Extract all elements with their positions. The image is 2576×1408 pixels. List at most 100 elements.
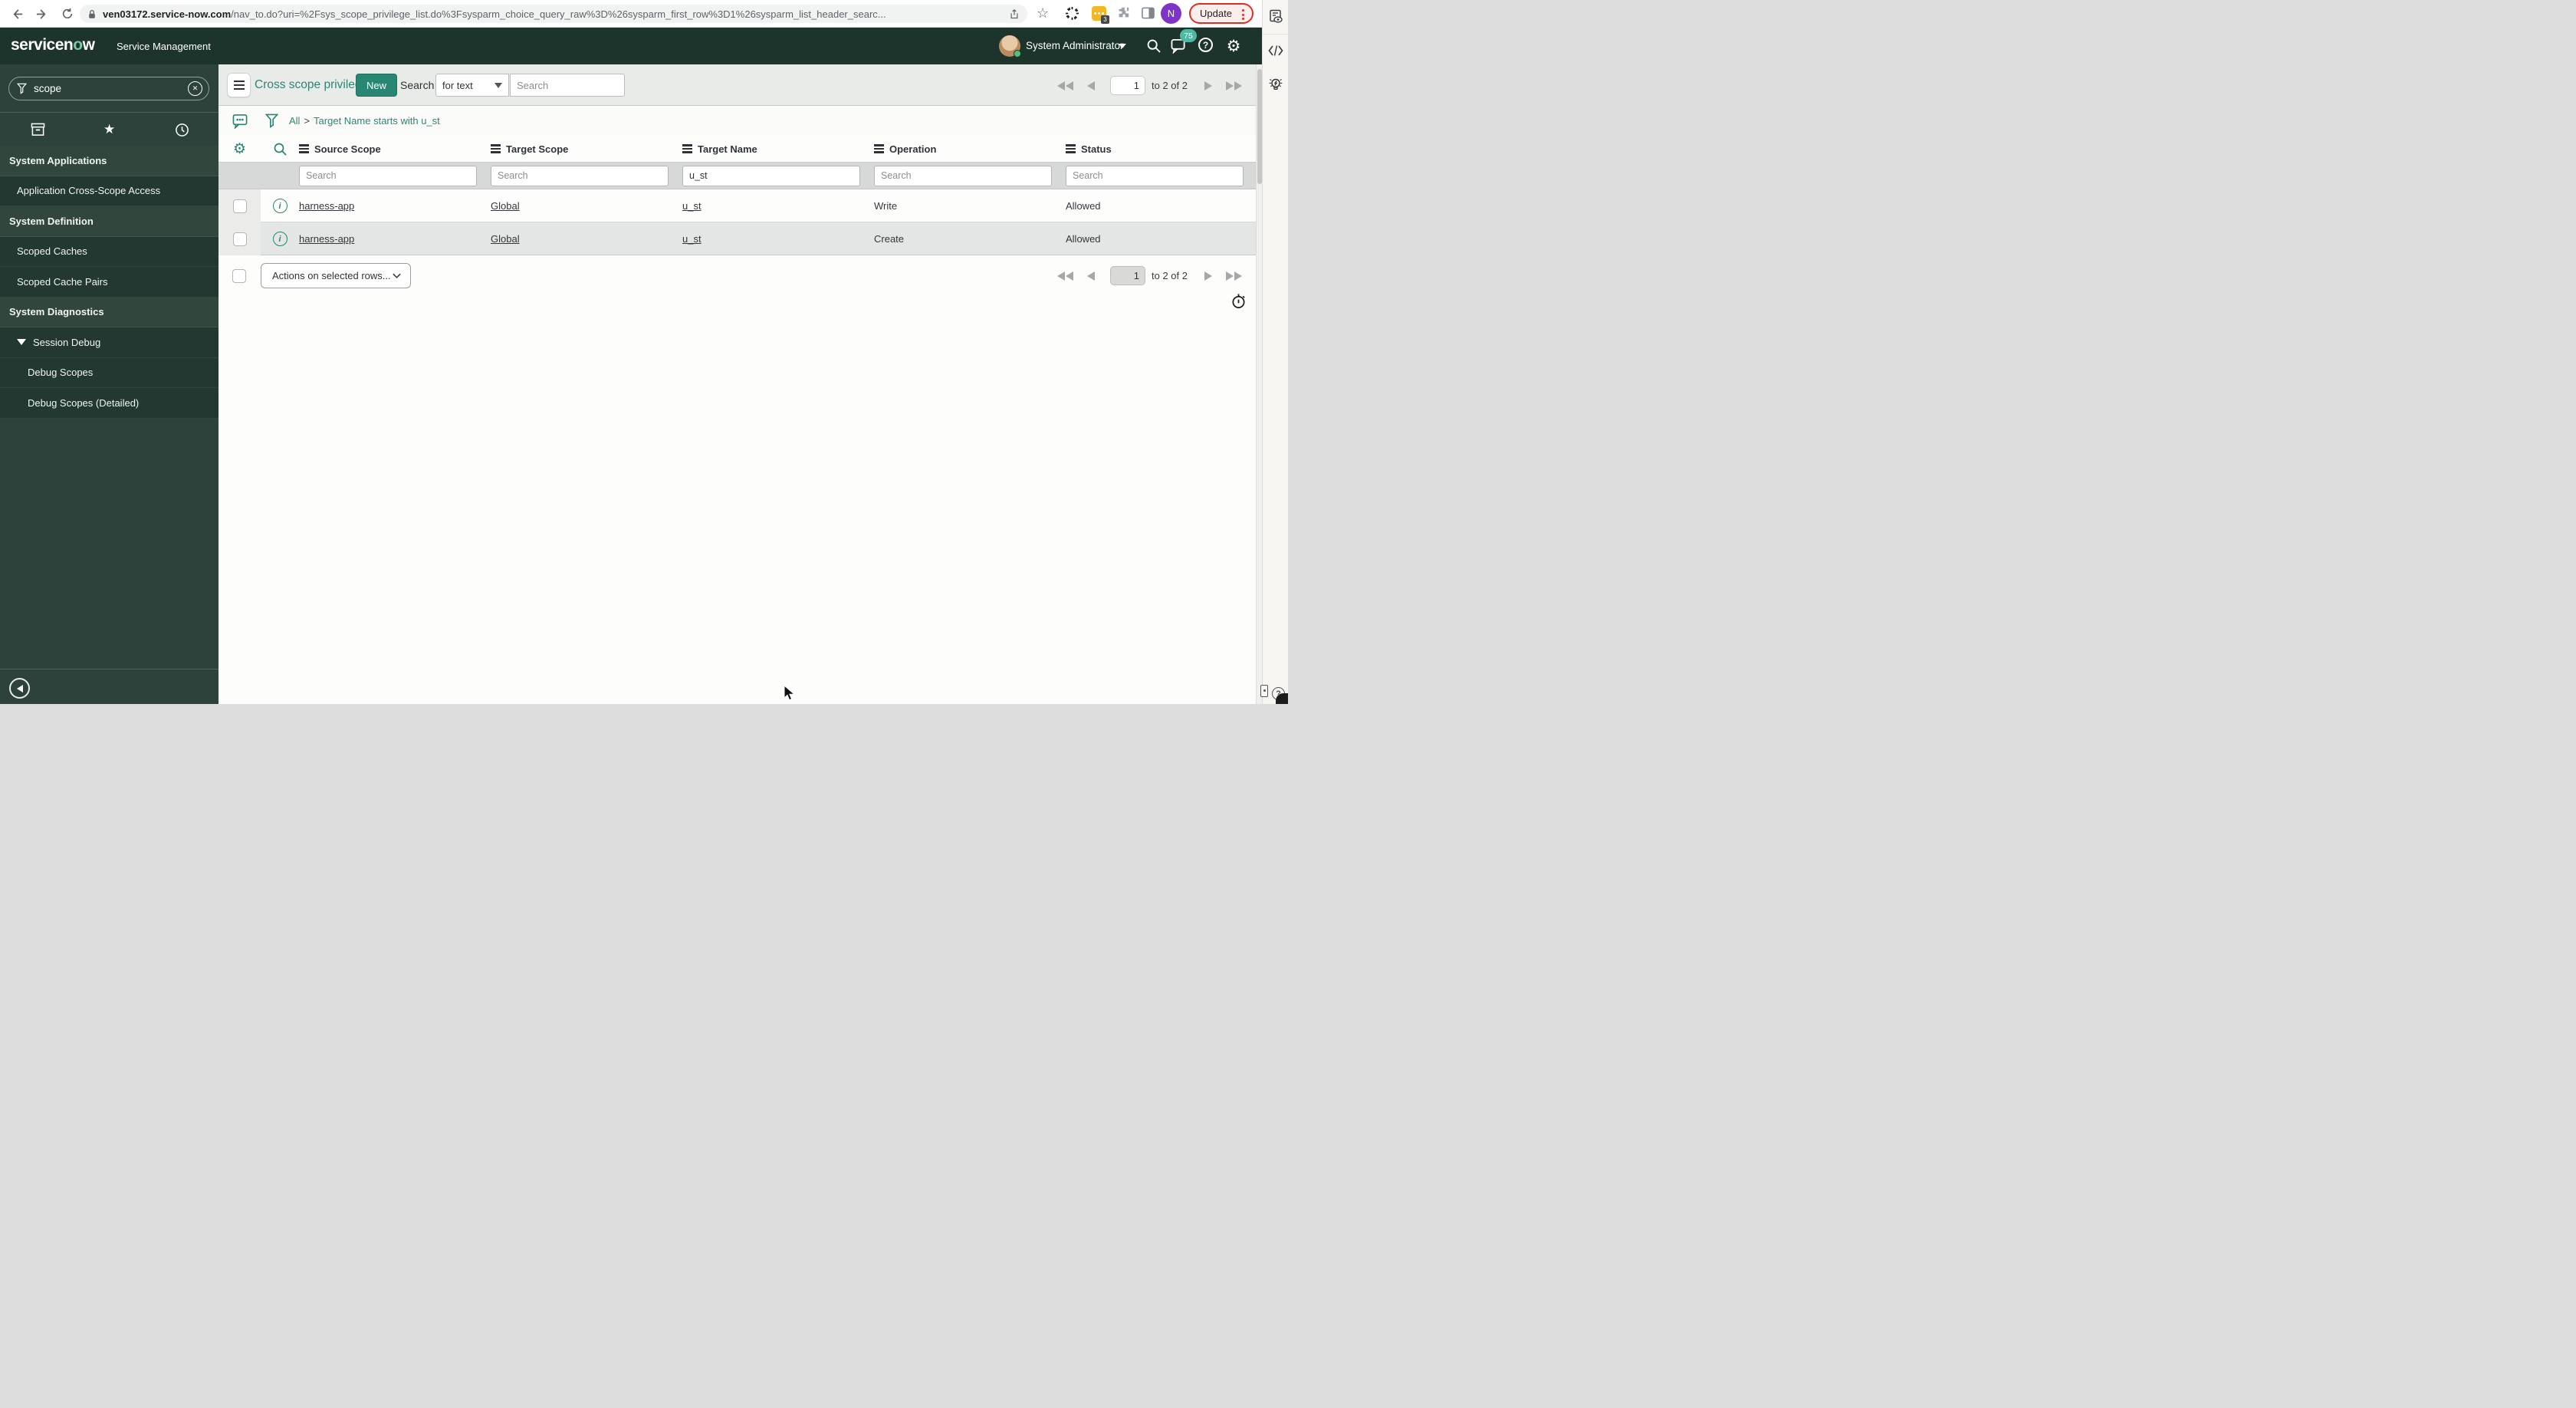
- table-row: harness-app Global u_st Create Allowed: [219, 222, 1256, 255]
- first-page-icon[interactable]: [1057, 81, 1074, 90]
- sidebar-item-scoped-cache-pairs[interactable]: Scoped Cache Pairs: [0, 267, 219, 298]
- sidebar-item-system-diagnostics[interactable]: System Diagnostics: [0, 297, 219, 327]
- navigator-filter[interactable]: [8, 77, 209, 100]
- column-header-target-scope[interactable]: Target Scope: [491, 143, 682, 155]
- row-checkbox[interactable]: [232, 232, 247, 246]
- cell-source-scope-link[interactable]: harness-app: [299, 200, 491, 212]
- previous-page-icon[interactable]: [1087, 271, 1096, 281]
- logo-pre: servicen: [11, 36, 74, 54]
- favorites-star-icon[interactable]: [104, 122, 115, 137]
- last-page-icon[interactable]: [1226, 81, 1242, 90]
- cell-source-scope-link[interactable]: harness-app: [299, 233, 491, 245]
- column-menu-icon[interactable]: [491, 145, 501, 153]
- browser-menu-icon[interactable]: [1241, 9, 1244, 20]
- sidebar-item-system-definition[interactable]: System Definition: [0, 206, 219, 237]
- reading-list-eye-icon[interactable]: [1268, 9, 1283, 25]
- code-icon[interactable]: [1268, 43, 1283, 58]
- row-checkbox-cell: [219, 222, 261, 255]
- page-range: to 2 of 2: [1152, 80, 1188, 91]
- column-menu-icon[interactable]: [682, 145, 692, 153]
- list-search-input[interactable]: [510, 74, 625, 97]
- clear-filter-icon[interactable]: [188, 81, 202, 96]
- first-page-icon[interactable]: [1057, 271, 1074, 281]
- list-filter-funnel-icon[interactable]: [265, 113, 278, 128]
- cell-target-scope-link[interactable]: Global: [491, 233, 682, 245]
- personalize-gear-icon[interactable]: [219, 140, 261, 158]
- cell-target-scope-link[interactable]: Global: [491, 200, 682, 212]
- settings-gear-icon[interactable]: [1225, 38, 1242, 54]
- column-menu-icon[interactable]: [1066, 145, 1076, 153]
- actions-select[interactable]: Actions on selected rows...: [261, 263, 411, 288]
- column-header-operation[interactable]: Operation: [874, 143, 1066, 155]
- row-info-icon[interactable]: [272, 232, 288, 246]
- column-header-target-name[interactable]: Target Name: [682, 143, 874, 155]
- list-chat-icon[interactable]: [232, 113, 248, 129]
- cell-operation: Write: [874, 200, 898, 212]
- expanded-caret-icon[interactable]: [17, 339, 26, 346]
- filter-status-input[interactable]: [1066, 165, 1244, 186]
- search-type-select[interactable]: for text: [435, 74, 509, 97]
- column-menu-icon[interactable]: [299, 145, 309, 153]
- cell-target-name-link[interactable]: u_st: [682, 233, 874, 245]
- filter-target-name-input[interactable]: [682, 165, 860, 186]
- screen: ven03172.service-now.com/nav_to.do?uri=%…: [0, 0, 1288, 704]
- share-icon[interactable]: [1009, 8, 1020, 20]
- back-icon[interactable]: [9, 6, 25, 21]
- drag-handle-icon[interactable]: [1260, 685, 1268, 697]
- sidebar-item-debug-scopes-detailed[interactable]: Debug Scopes (Detailed): [0, 388, 219, 419]
- spinner-extension-icon[interactable]: [1065, 6, 1079, 21]
- update-button[interactable]: Update: [1189, 3, 1254, 24]
- breadcrumb-all-link[interactable]: All: [289, 115, 300, 127]
- collapse-sidebar-button[interactable]: [9, 678, 30, 699]
- pagination-bottom: to 2 of 2: [1057, 266, 1242, 285]
- hamburger-icon: [233, 81, 245, 89]
- scrollbar-track[interactable]: [1256, 64, 1262, 704]
- breadcrumb-condition-link[interactable]: Target Name starts with u_st: [314, 115, 440, 127]
- user-avatar[interactable]: [999, 35, 1021, 58]
- sidebar-item-scoped-caches[interactable]: Scoped Caches: [0, 236, 219, 267]
- actions-chevron-icon: [393, 271, 401, 280]
- select-all-checkbox[interactable]: [232, 269, 246, 283]
- history-clock-icon[interactable]: [175, 123, 189, 137]
- forward-icon[interactable]: [34, 6, 49, 21]
- previous-page-icon[interactable]: [1087, 81, 1096, 90]
- column-header-source-scope[interactable]: Source Scope: [299, 143, 491, 155]
- next-page-icon[interactable]: [1204, 81, 1212, 90]
- side-panel-icon[interactable]: [1142, 7, 1155, 19]
- idea-lightbulb-icon[interactable]: [1268, 77, 1283, 92]
- sidebar-item-system-applications[interactable]: System Applications: [0, 146, 219, 176]
- cell-target-name-link[interactable]: u_st: [682, 200, 874, 212]
- filter-operation-input[interactable]: [874, 165, 1052, 186]
- response-time-stopwatch-icon[interactable]: [1230, 293, 1247, 309]
- filter-source-scope-input[interactable]: [299, 165, 477, 186]
- column-search-toggle-icon[interactable]: [261, 142, 299, 156]
- yellow-extension-icon[interactable]: 3: [1092, 6, 1109, 24]
- navigator-filter-input[interactable]: [34, 83, 188, 94]
- column-header-status[interactable]: Status: [1066, 143, 1256, 155]
- last-page-icon[interactable]: [1226, 271, 1242, 281]
- all-applications-icon[interactable]: [31, 123, 45, 137]
- url-bar[interactable]: ven03172.service-now.com/nav_to.do?uri=%…: [80, 5, 1027, 23]
- sidebar-item-session-debug[interactable]: Session Debug: [0, 327, 219, 358]
- row-checkbox[interactable]: [232, 199, 247, 213]
- reload-icon[interactable]: [60, 6, 75, 21]
- page-number-input[interactable]: [1110, 266, 1146, 285]
- filter-target-scope-input[interactable]: [491, 165, 669, 186]
- page-number-input[interactable]: [1110, 76, 1146, 95]
- browser-profile-avatar[interactable]: N: [1161, 3, 1181, 24]
- extensions-puzzle-icon[interactable]: [1116, 6, 1130, 20]
- list-context-menu-button[interactable]: [227, 73, 251, 97]
- column-menu-icon[interactable]: [874, 145, 884, 153]
- user-name[interactable]: System Administrator: [1026, 40, 1124, 51]
- sidebar-item-application-cross-scope-access[interactable]: Application Cross-Scope Access: [0, 176, 219, 206]
- help-icon[interactable]: [1198, 38, 1213, 52]
- bookmark-star-icon[interactable]: [1037, 5, 1049, 21]
- sidebar-item-debug-scopes[interactable]: Debug Scopes: [0, 357, 219, 388]
- breadcrumb-row: All > Target Name starts with u_st: [219, 106, 1256, 136]
- sidebar-item-label: Scoped Caches: [17, 245, 87, 258]
- new-button[interactable]: New: [356, 74, 398, 97]
- row-info-icon[interactable]: [272, 199, 288, 213]
- next-page-icon[interactable]: [1204, 271, 1212, 281]
- user-menu-caret-icon[interactable]: [1119, 44, 1126, 48]
- global-search-icon[interactable]: [1145, 38, 1162, 54]
